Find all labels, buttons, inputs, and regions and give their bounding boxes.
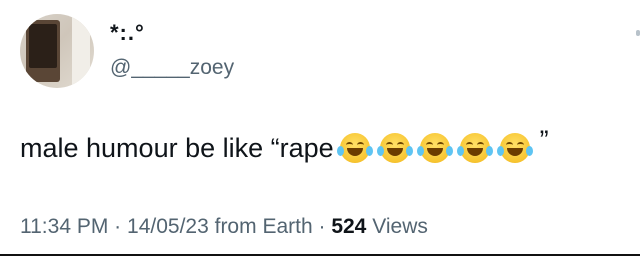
views-label[interactable]: Views [372,215,428,238]
tweet-text-body: male humour be like “rape [20,133,334,163]
meta-separator: · [114,215,122,238]
tweet-date[interactable]: 14/05/23 [127,215,209,238]
tweet-text: male humour be like “rape ” [20,125,549,166]
tweet: *:.° @_____zoey male humour be like “rap… [0,0,640,256]
avatar-photo-light [72,14,90,88]
face-with-tears-of-joy-icon [336,133,373,163]
avatar[interactable] [20,14,94,88]
face-with-tears-of-joy-icon [416,133,453,163]
face-with-tears-of-joy-icon [456,133,493,163]
emoji-row [336,133,540,163]
tweet-time[interactable]: 11:34 PM [20,215,108,238]
user-handle[interactable]: @_____zoey [110,56,234,80]
more-options-icon[interactable] [636,30,640,36]
tweet-source: from Earth [214,215,313,238]
avatar-photo-subject [29,24,57,68]
face-with-tears-of-joy-icon [376,133,413,163]
views-count[interactable]: 524 [331,215,366,238]
tweet-meta: 11:34 PM · 14/05/23 from Earth · 524 Vie… [20,214,428,240]
closing-quote: ” [539,125,549,155]
display-name[interactable]: *:.° [110,22,145,44]
face-with-tears-of-joy-icon [496,133,533,163]
meta-separator: · [318,215,326,238]
